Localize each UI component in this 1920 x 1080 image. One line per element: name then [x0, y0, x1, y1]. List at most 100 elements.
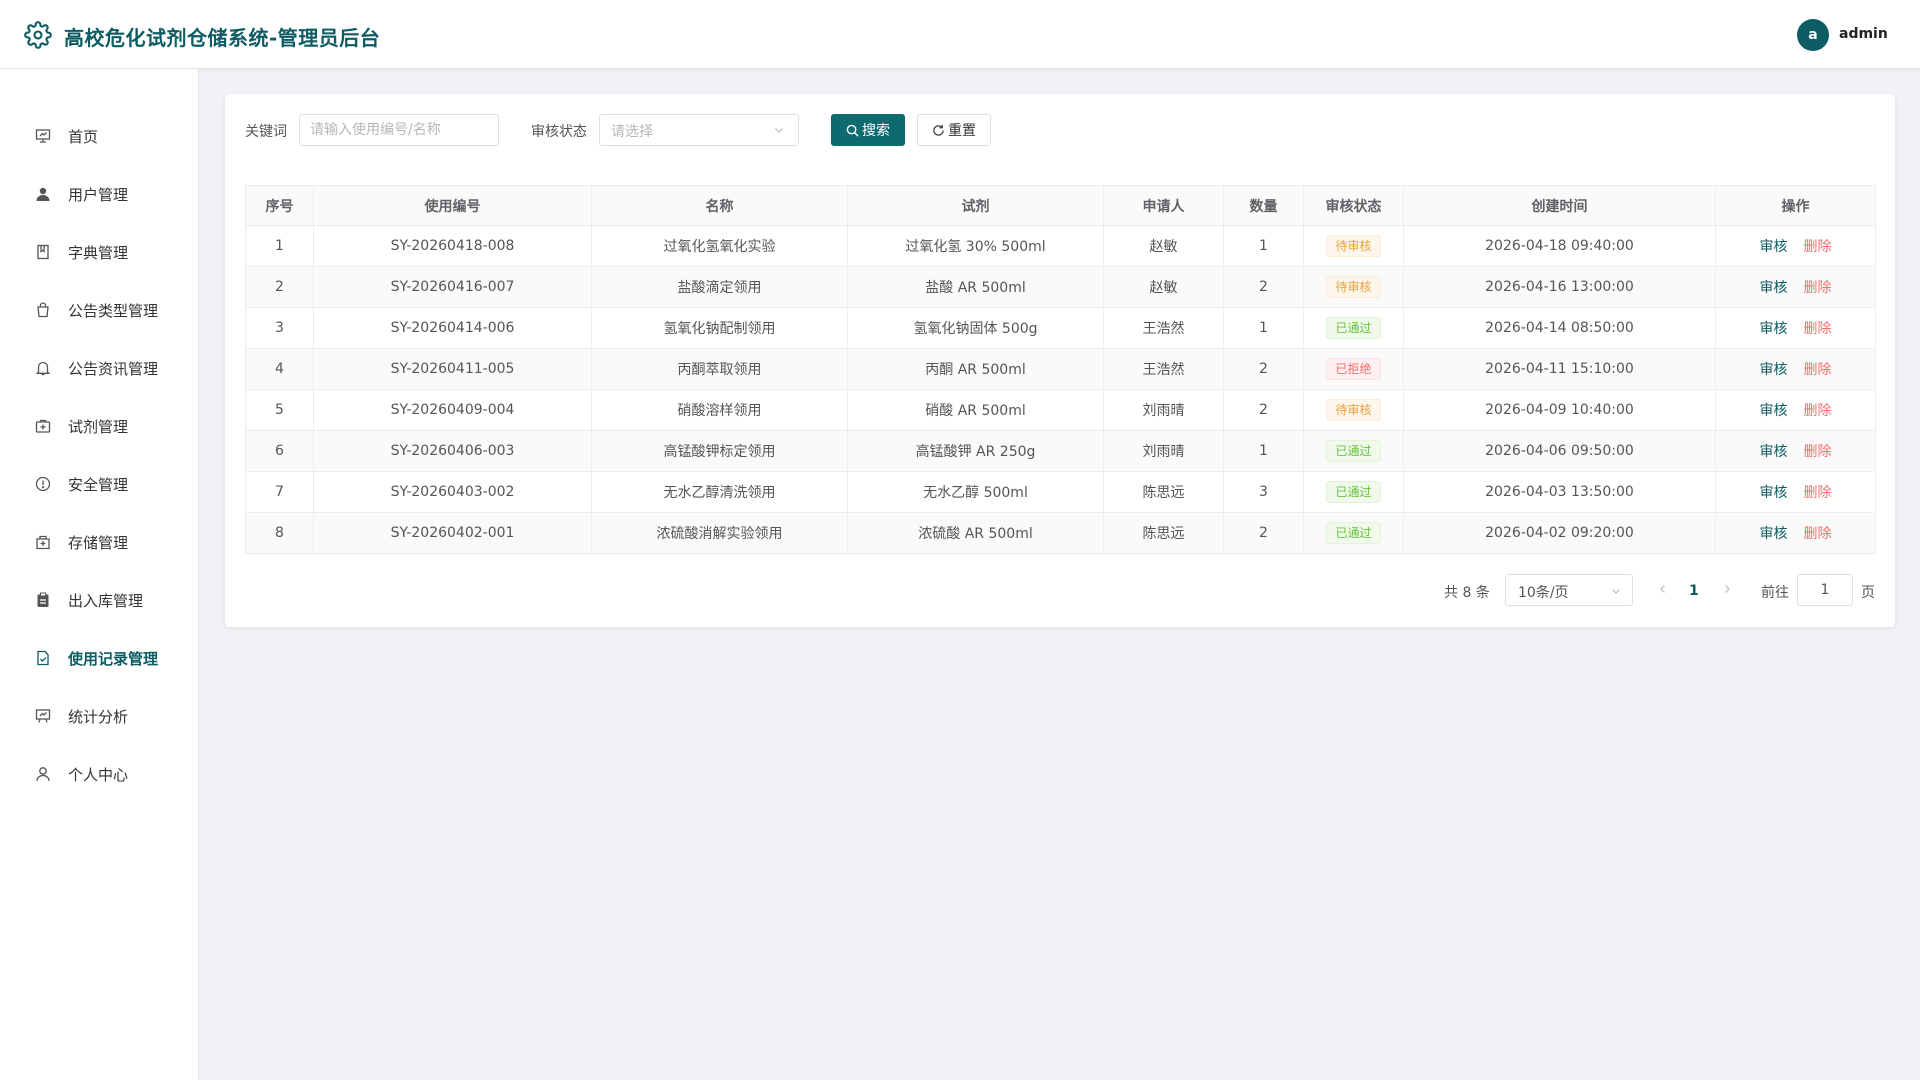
cell-applicant: 赵敏: [1103, 266, 1224, 308]
cell-applicant: 陈思远: [1103, 512, 1224, 554]
cell-no: 2: [245, 266, 314, 308]
refresh-icon: [933, 124, 944, 136]
gear-icon[interactable]: [24, 21, 52, 49]
notebook-icon: [34, 243, 52, 261]
cell-code: SY-20260411-005: [313, 348, 592, 390]
status-badge: 已通过: [1326, 522, 1381, 544]
status-badge: 已拒绝: [1326, 358, 1381, 380]
sidebar-item-home[interactable]: 首页: [0, 116, 199, 156]
document-check-icon: [34, 649, 52, 667]
review-link[interactable]: 审核: [1760, 321, 1788, 337]
cell-created: 2026-04-11 15:10:00: [1403, 348, 1716, 390]
delete-link[interactable]: 删除: [1804, 280, 1832, 296]
cell-reagent: 过氧化氢 30% 500ml: [847, 225, 1104, 267]
chevron-down-icon: [1612, 589, 1620, 594]
review-link[interactable]: 审核: [1760, 485, 1788, 501]
sidebar-item-dictionary[interactable]: 字典管理: [0, 232, 199, 272]
sidebar-item-usage-records[interactable]: 使用记录管理: [0, 638, 199, 678]
cell-no: 4: [245, 348, 314, 390]
cell-created: 2026-04-09 10:40:00: [1403, 389, 1716, 431]
chevron-right-icon: [1725, 585, 1730, 593]
table-row: 3 SY-20260414-006 氢氧化钠配制领用 氢氧化钠固体 500g 王浩然 1 已…: [245, 307, 1876, 349]
table-row: 2 SY-20260416-007 盐酸滴定领用 盐酸 AR 500ml 赵敏 2 待审核 2…: [245, 266, 1876, 308]
chevron-left-icon: [1660, 585, 1665, 593]
cell-qty: 1: [1223, 225, 1304, 267]
delete-link[interactable]: 删除: [1804, 403, 1832, 419]
cell-no: 1: [245, 225, 314, 267]
review-link[interactable]: 审核: [1760, 280, 1788, 296]
cell-name: 丙酮萃取领用: [591, 348, 848, 390]
person-icon: [34, 765, 52, 783]
status-badge: 待审核: [1326, 399, 1381, 421]
presentation-icon: [34, 127, 52, 145]
sidebar-item-label: 安全管理: [68, 475, 129, 494]
sidebar-item-users[interactable]: 用户管理: [0, 174, 199, 214]
cell-applicant: 刘雨晴: [1103, 430, 1224, 472]
delete-link[interactable]: 删除: [1804, 362, 1832, 378]
review-link[interactable]: 审核: [1760, 362, 1788, 378]
user-icon: [34, 185, 52, 203]
cell-created: 2026-04-03 13:50:00: [1403, 471, 1716, 513]
sidebar-item-label: 使用记录管理: [68, 649, 159, 668]
cell-qty: 2: [1223, 266, 1304, 308]
page-size-select[interactable]: 10条/页: [1505, 574, 1633, 606]
review-link[interactable]: 审核: [1760, 526, 1788, 542]
keyword-input[interactable]: [299, 114, 499, 146]
cell-status: 已通过: [1303, 512, 1404, 554]
cell-status: 待审核: [1303, 266, 1404, 308]
cell-applicant: 王浩然: [1103, 307, 1224, 349]
sidebar-item-profile[interactable]: 个人中心: [0, 754, 199, 794]
cell-no: 5: [245, 389, 314, 431]
sidebar-item-notice-type[interactable]: 公告类型管理: [0, 290, 199, 330]
cell-created: 2026-04-16 13:00:00: [1403, 266, 1716, 308]
delete-link[interactable]: 删除: [1804, 321, 1832, 337]
reset-button[interactable]: 重置: [917, 114, 991, 146]
cell-name: 浓硫酸消解实验领用: [591, 512, 848, 554]
cell-qty: 1: [1223, 307, 1304, 349]
sidebar-item-label: 公告类型管理: [68, 301, 159, 320]
delete-link[interactable]: 删除: [1804, 485, 1832, 501]
usage-records-card: 关键词 审核状态 请选择 搜索 重置 序号 使用编号 名称 试剂 申请人 数量 …: [225, 94, 1895, 627]
column-header-created: 创建时间: [1403, 185, 1716, 226]
app-title: 高校危化试剂仓储系统-管理员后台: [64, 26, 381, 50]
delete-link[interactable]: 删除: [1804, 239, 1832, 255]
cell-name: 无水乙醇清洗领用: [591, 471, 848, 513]
table-row: 7 SY-20260403-002 无水乙醇清洗领用 无水乙醇 500ml 陈思远 3 已通…: [245, 471, 1876, 513]
review-link[interactable]: 审核: [1760, 444, 1788, 460]
sidebar-item-inout[interactable]: 出入库管理: [0, 580, 199, 620]
sidebar-item-notice-news[interactable]: 公告资讯管理: [0, 348, 199, 388]
next-page-button[interactable]: [1721, 583, 1733, 599]
cell-qty: 2: [1223, 512, 1304, 554]
cell-name: 盐酸滴定领用: [591, 266, 848, 308]
sidebar-item-label: 用户管理: [68, 185, 129, 204]
page-size-value: 10条/页: [1518, 585, 1569, 601]
review-link[interactable]: 审核: [1760, 403, 1788, 419]
delete-link[interactable]: 删除: [1804, 444, 1832, 460]
cell-qty: 3: [1223, 471, 1304, 513]
goto-page-input[interactable]: 1: [1797, 574, 1853, 606]
column-header-quantity: 数量: [1223, 185, 1304, 226]
column-header-code: 使用编号: [313, 185, 592, 226]
sidebar-item-label: 个人中心: [68, 765, 129, 784]
review-link[interactable]: 审核: [1760, 239, 1788, 255]
cell-applicant: 陈思远: [1103, 471, 1224, 513]
sidebar-item-safety[interactable]: 安全管理: [0, 464, 199, 504]
cell-status: 已通过: [1303, 471, 1404, 513]
chart-board-icon: [34, 707, 52, 725]
cell-code: SY-20260406-003: [313, 430, 592, 472]
sidebar-item-reagent[interactable]: 试剂管理: [0, 406, 199, 446]
avatar[interactable]: a: [1797, 19, 1829, 51]
cell-actions: 审核 删除: [1715, 225, 1876, 267]
cell-qty: 1: [1223, 430, 1304, 472]
sidebar-item-storage[interactable]: 存储管理: [0, 522, 199, 562]
delete-link[interactable]: 删除: [1804, 526, 1832, 542]
username[interactable]: admin: [1839, 26, 1888, 42]
prev-page-button[interactable]: [1657, 583, 1669, 599]
column-header-status: 审核状态: [1303, 185, 1404, 226]
column-header-applicant: 申请人: [1103, 185, 1224, 226]
cell-no: 8: [245, 512, 314, 554]
search-button[interactable]: 搜索: [831, 114, 905, 146]
page-number-current[interactable]: 1: [1689, 583, 1699, 599]
sidebar-item-statistics[interactable]: 统计分析: [0, 696, 199, 736]
cell-reagent: 高锰酸钾 AR 250g: [847, 430, 1104, 472]
